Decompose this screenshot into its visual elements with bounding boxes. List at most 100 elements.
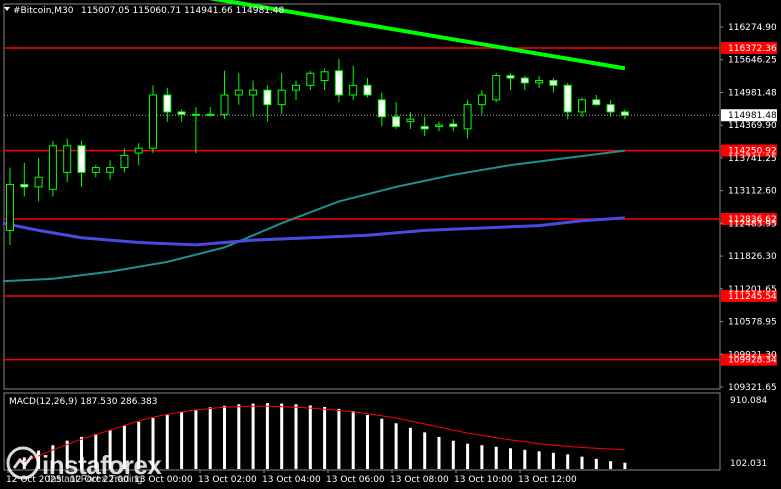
candle-body [492, 75, 501, 101]
price-levels: 116372.36114250.92112836.62111245.541099… [4, 41, 777, 366]
instaforex-logo-icon [6, 446, 40, 480]
macd-histogram-bar [280, 403, 284, 469]
candle-body [620, 111, 629, 116]
macd-histogram-bar [566, 454, 570, 469]
candle-body [592, 99, 601, 106]
price-tick-label: 109921.30 [728, 350, 777, 360]
candle-body [406, 118, 415, 123]
candle-body [549, 79, 558, 86]
candle-body [392, 116, 401, 127]
time-tick-label: 13 Oct 04:00 [262, 475, 321, 485]
candle-body [420, 125, 429, 130]
candle-body [63, 145, 72, 173]
macd-histogram-bar [609, 461, 613, 469]
candle-body [20, 183, 29, 188]
time-tick-label: 13 Oct 10:00 [454, 475, 513, 485]
time-tick-label: 13 Oct 02:00 [198, 475, 257, 485]
candle-body [6, 183, 14, 231]
macd-histogram-bar [180, 411, 184, 469]
macd-histogram-bar [551, 452, 555, 469]
time-tick-label: 13 Oct 08:00 [390, 475, 449, 485]
candle-body [234, 89, 243, 96]
time-tick-label: 13 Oct 12:00 [518, 475, 577, 485]
macd-histogram-bar [265, 403, 269, 469]
candle-body [249, 89, 258, 96]
macd-histogram-bar [394, 423, 398, 469]
macd-histogram-bar [323, 406, 327, 469]
macd-histogram-bar [594, 458, 598, 469]
candle-body [149, 94, 157, 149]
candlesticks [6, 58, 629, 245]
candle-body [91, 167, 100, 173]
macd-histogram-bar [165, 414, 169, 469]
ohlc-values: 115007.05 115060.71 114941.66 114981.48 [81, 6, 285, 16]
macd-histogram-bar [580, 456, 584, 469]
candle-body [377, 99, 386, 118]
candle-body [563, 84, 572, 113]
symbol-label: #Bitcoin,M30 [13, 6, 74, 16]
macd-histogram-bar [408, 427, 412, 469]
candle-body [320, 71, 329, 81]
candle-body [334, 70, 343, 96]
price-tick-label: 109321.65 [728, 383, 777, 393]
macd-histogram-bar [308, 405, 312, 469]
price-tick-label: 111826.30 [728, 252, 777, 262]
price-tick-label: 111201.65 [728, 285, 777, 295]
macd-histogram-bar [466, 443, 470, 469]
candle-body [120, 154, 129, 169]
price-tick-label: 115646.25 [728, 56, 777, 66]
candle-body [449, 123, 458, 127]
candle-body [177, 111, 186, 115]
candle-body [520, 77, 529, 84]
macd-histogram-bar [351, 411, 355, 469]
macd-histogram-bar [208, 407, 212, 469]
candle-body [606, 104, 615, 113]
candle-body [263, 89, 272, 106]
time-tick-label: 13 Oct 06:00 [326, 475, 385, 485]
candle-body [535, 79, 544, 84]
candle-body [506, 75, 515, 79]
macd-histogram-bar [537, 451, 541, 469]
candle-body [220, 94, 229, 115]
current-price-label: 114981.48 [728, 111, 777, 121]
candle-body [206, 113, 215, 116]
symbol-dropdown-icon[interactable] [4, 7, 10, 11]
price-tick-label: 114981.48 [728, 88, 777, 98]
candle-body [77, 145, 86, 173]
macd-histogram-bar [423, 432, 427, 469]
price-tick-label: 113741.25 [728, 154, 777, 164]
price-tick-label: 112483.95 [728, 219, 777, 229]
level-price-label: 116372.36 [728, 44, 777, 54]
macd-title: MACD(12,26,9) 187.530 286.383 [9, 397, 158, 407]
ma-slow-line [2, 216, 626, 247]
price-axis: 116274.90115646.25114981.48114369.901137… [720, 23, 777, 393]
candle-body [435, 124, 443, 127]
candle-body [306, 72, 315, 86]
macd-histogram-bar [237, 404, 241, 469]
price-tick-label: 113112.60 [728, 187, 777, 197]
candle-body [477, 94, 486, 106]
price-tick-label: 114369.90 [728, 121, 777, 131]
macd-histogram-bar [380, 418, 384, 469]
macd-histogram-bar [366, 414, 369, 469]
candle-body [292, 84, 300, 91]
candle-body [106, 167, 115, 173]
macd-histogram-bar [509, 448, 512, 469]
candle-body [363, 84, 372, 96]
candle-body [349, 84, 358, 96]
macd-histogram-bar [494, 446, 498, 469]
candle-body [191, 113, 200, 116]
candle-body [134, 147, 143, 154]
macd-histogram-bar [437, 436, 441, 469]
candle-body [34, 176, 43, 188]
candle-body [277, 89, 286, 106]
price-tick-label: 110578.95 [728, 318, 777, 328]
candle-body [163, 94, 172, 113]
candle-body [578, 99, 586, 113]
macd-scale-bottom-label: 102.031 [730, 459, 767, 469]
macd-histogram-bar [294, 404, 298, 469]
macd-histogram-bar [223, 405, 226, 469]
trading-chart[interactable]: 116372.36114250.92112836.62111245.541099… [0, 0, 781, 489]
macd-scale-top-label: 910.084 [730, 396, 767, 406]
macd-histogram-bar [251, 403, 255, 469]
